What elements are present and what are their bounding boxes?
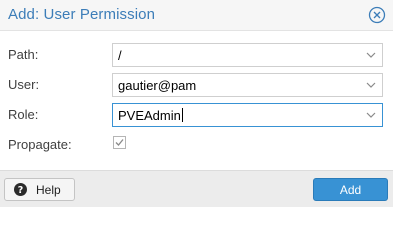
user-combobox[interactable]: gautier@pam bbox=[112, 73, 383, 97]
svg-text:?: ? bbox=[18, 185, 24, 196]
path-label: Path: bbox=[8, 47, 39, 62]
checkmark-icon bbox=[115, 139, 124, 146]
dialog-title: Add: User Permission bbox=[8, 6, 156, 23]
role-row: Role: PVEAdmin bbox=[0, 103, 393, 127]
text-cursor bbox=[181, 108, 183, 122]
chevron-down-icon bbox=[366, 112, 376, 118]
chevron-down-icon bbox=[366, 52, 376, 58]
user-dropdown-trigger[interactable] bbox=[360, 74, 382, 96]
role-dropdown-trigger[interactable] bbox=[360, 104, 382, 126]
role-combobox[interactable]: PVEAdmin bbox=[112, 103, 383, 127]
role-value: PVEAdmin bbox=[118, 108, 181, 123]
propagate-checkbox[interactable] bbox=[113, 136, 126, 149]
help-button-label: Help bbox=[36, 183, 61, 197]
role-label: Role: bbox=[8, 107, 39, 122]
close-button[interactable] bbox=[368, 6, 386, 24]
dialog-footer: ? Help Add bbox=[0, 170, 393, 207]
path-value: / bbox=[118, 48, 122, 63]
help-button[interactable]: ? Help bbox=[4, 178, 75, 201]
chevron-down-icon bbox=[366, 82, 376, 88]
close-circle-icon bbox=[368, 6, 386, 24]
add-button-label: Add bbox=[339, 183, 362, 197]
path-dropdown-trigger[interactable] bbox=[360, 44, 382, 66]
user-row: User: gautier@pam bbox=[0, 73, 393, 97]
role-input-text: PVEAdmin bbox=[118, 108, 183, 123]
propagate-row: Propagate: bbox=[0, 133, 393, 157]
dialog-header: Add: User Permission bbox=[0, 0, 393, 31]
user-label: User: bbox=[8, 77, 40, 92]
add-button[interactable]: Add bbox=[313, 178, 388, 201]
path-row: Path: / bbox=[0, 43, 393, 67]
propagate-label: Propagate: bbox=[8, 137, 72, 152]
path-combobox[interactable]: / bbox=[112, 43, 383, 67]
user-value: gautier@pam bbox=[118, 78, 197, 93]
add-user-permission-dialog: Add: User Permission Path: / User: gauti… bbox=[0, 0, 393, 207]
question-circle-icon: ? bbox=[14, 183, 27, 196]
